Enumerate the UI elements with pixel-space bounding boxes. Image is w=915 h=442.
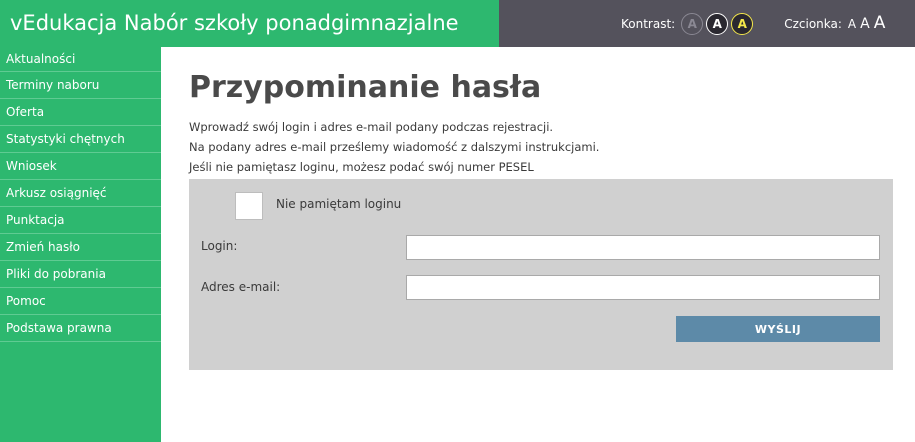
font-size-large-button[interactable]: A (874, 15, 886, 32)
contrast-default-button[interactable]: A (681, 12, 704, 35)
contrast-label: Kontrast: (621, 16, 676, 31)
page: vEdukacja Nabór szkoły ponadgimnazjalne … (0, 0, 915, 442)
sidebar-item-pliki-do-pobrania[interactable]: Pliki do pobrania (0, 261, 161, 288)
sidebar-item-zmien-haslo[interactable]: Zmień hasło (0, 234, 161, 261)
sidebar-item-wniosek[interactable]: Wniosek (0, 153, 161, 180)
sidebar-item-statystyki-chetnych[interactable]: Statystyki chętnych (0, 126, 161, 153)
accessibility-toolbar: Kontrast: A A A Czcionka: A A A (499, 0, 915, 47)
sidebar-item-podstawa-prawna[interactable]: Podstawa prawna (0, 315, 161, 342)
site-title[interactable]: vEdukacja Nabór szkoły ponadgimnazjalne (0, 0, 499, 47)
email-label: Adres e-mail: (201, 280, 281, 294)
sidebar-item-aktualnosci[interactable]: Aktualności (0, 47, 161, 72)
intro-line: Na podany adres e-mail prześlemy wiadomo… (189, 140, 600, 154)
submit-button[interactable]: WYŚLIJ (676, 316, 880, 342)
forgot-login-checkbox[interactable] (235, 192, 263, 220)
page-title: Przypominanie hasła (189, 70, 542, 105)
header: vEdukacja Nabór szkoły ponadgimnazjalne … (0, 0, 915, 47)
sidebar-item-pomoc[interactable]: Pomoc (0, 288, 161, 315)
sidebar-item-arkusz-osiagniec[interactable]: Arkusz osiągnięć (0, 180, 161, 207)
sidebar-item-oferta[interactable]: Oferta (0, 99, 161, 126)
font-size-small-button[interactable]: A (848, 18, 856, 30)
contrast-dark-button[interactable]: A (706, 12, 729, 35)
password-reminder-form: Nie pamiętam loginu Login: Adres e-mail:… (189, 179, 893, 370)
font-size-medium-button[interactable]: A (860, 17, 870, 31)
login-input[interactable] (406, 235, 880, 260)
sidebar-item-terminy-naboru[interactable]: Terminy naboru (0, 72, 161, 99)
email-input[interactable] (406, 275, 880, 300)
main-content: Przypominanie hasła Wprowadź swój login … (189, 47, 893, 370)
sidebar-item-punktacja[interactable]: Punktacja (0, 207, 161, 234)
contrast-yellow-button[interactable]: A (731, 12, 754, 35)
intro-line: Wprowadź swój login i adres e-mail podan… (189, 120, 554, 134)
font-size-label: Czcionka: (784, 16, 842, 31)
login-label: Login: (201, 239, 238, 253)
intro-line: Jeśli nie pamiętasz loginu, możesz podać… (189, 160, 534, 174)
forgot-login-label[interactable]: Nie pamiętam loginu (276, 197, 401, 211)
intro-text: Wprowadź swój login i adres e-mail podan… (189, 117, 889, 177)
sidebar-nav: Aktualności Terminy naboru Oferta Statys… (0, 47, 161, 442)
